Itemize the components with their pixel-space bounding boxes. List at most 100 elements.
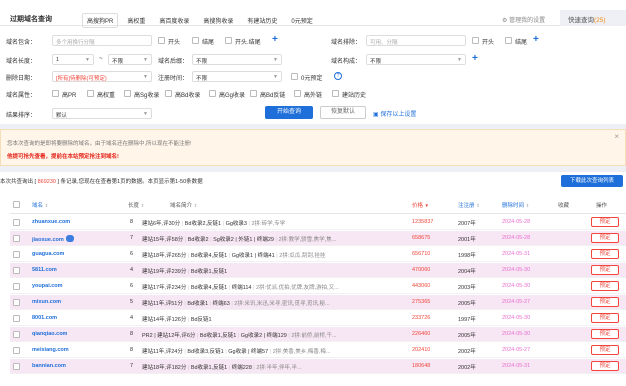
close-icon[interactable]: × — [614, 132, 619, 141]
domain-price: 275365 — [412, 299, 431, 305]
chevron-down-icon: ▼ — [143, 57, 148, 63]
col-price[interactable]: 价格 ▼ — [412, 201, 429, 209]
reserve-button[interactable]: 预定 — [591, 249, 619, 259]
domain-link[interactable]: 8001.com — [32, 315, 57, 321]
intro-age: PR2 | 建站12年,评6分 — [142, 333, 196, 339]
quick-tab-high-weight[interactable]: 高权重 — [122, 13, 150, 28]
reserve-button[interactable]: 预定 — [591, 233, 619, 243]
attr-checkbox-outlink[interactable] — [294, 90, 301, 97]
intro-baidu: Bd收录2,反链1 — [184, 221, 222, 227]
row-checkbox[interactable] — [13, 267, 20, 274]
chevron-down-icon: ▼ — [457, 57, 462, 63]
select-all-checkbox[interactable] — [13, 201, 20, 208]
struct-select[interactable]: 不限 ▼ — [366, 54, 466, 65]
sort-select[interactable]: 默认 ▼ — [52, 108, 152, 119]
domain-link[interactable]: mixun.com — [32, 299, 61, 305]
row-checkbox[interactable] — [13, 299, 20, 306]
col-intro-label: 域名简介 — [170, 203, 193, 209]
row-checkbox[interactable] — [13, 219, 20, 226]
intro-separator: | — [209, 301, 212, 307]
reserve-button[interactable]: 预定 — [591, 329, 619, 339]
contains-end-label: 结尾 — [202, 40, 215, 46]
add-contains-plus-icon[interactable]: + — [272, 35, 278, 45]
domain-name: bannian.com — [32, 363, 66, 369]
attr-checkbox-pr[interactable] — [52, 90, 59, 97]
reserve-button[interactable]: 预定 — [591, 297, 619, 307]
attr-checkbox-sg[interactable] — [124, 90, 131, 97]
attr-checkbox-history[interactable] — [332, 90, 339, 97]
row-checkbox[interactable] — [13, 347, 20, 354]
col-intro[interactable]: 域名简介 ⇕ — [170, 201, 197, 209]
reserve-button[interactable]: 预定 — [591, 361, 619, 371]
length-max-select[interactable]: 不限 ▼ — [108, 54, 152, 65]
col-domain-label: 域名 — [32, 203, 44, 209]
exclude-input[interactable]: 可用、分隔 — [366, 35, 466, 46]
domain-link[interactable]: bannian.com — [32, 363, 66, 369]
col-reg-year[interactable]: 注注册 ⇕ — [458, 201, 480, 209]
attr-checkbox-weight[interactable] — [87, 90, 94, 97]
domain-link[interactable]: guagua.com — [32, 251, 64, 257]
reserve-button[interactable]: 预定 — [591, 217, 619, 227]
domain-intro: 建站11年,评24分 | Bd收录3,反链1 | Gg收录 | 终端57 | 2… — [142, 347, 404, 355]
domain-link[interactable]: zhuanxue.com — [32, 219, 70, 225]
domain-link[interactable]: 5811.com — [32, 267, 57, 273]
row-checkbox[interactable] — [13, 331, 20, 338]
domain-link[interactable]: jiaoxue.com — [32, 235, 74, 243]
reserve-button[interactable]: 预定 — [591, 265, 619, 275]
zero-reserve-checkbox[interactable] — [291, 73, 298, 80]
length-min-select[interactable]: 1 ▼ — [52, 54, 94, 65]
domain-intro: 建站6年,评30分 | Bd收录2,反链1 | Gg收录3 | 2拼:砖学,专学 — [142, 219, 404, 227]
quick-tab-zero-reserve[interactable]: 0元预定 — [286, 13, 317, 28]
row-checkbox[interactable] — [13, 363, 20, 370]
reserve-button[interactable]: 预定 — [591, 345, 619, 355]
contains-end-checkbox[interactable] — [192, 37, 199, 44]
reset-button[interactable]: 恢复默认 — [320, 106, 366, 119]
col-length[interactable]: 长度 ⇕ — [128, 201, 144, 209]
del-date-select[interactable]: [所有]待删除(可预定) ▼ — [52, 71, 152, 82]
quick-tab-high-baidu-index[interactable]: 高百度收录 — [154, 13, 194, 28]
attr-label-sg: 高Sg收录 — [134, 93, 160, 99]
contains-input[interactable]: 多个用换行分隔 — [52, 35, 152, 46]
search-button[interactable]: 开始查询 — [265, 106, 313, 119]
manage-settings-link[interactable]: ⚙ 管理我的设置 — [502, 15, 545, 24]
suffix-select[interactable]: 不限 ▼ — [192, 54, 282, 65]
row-checkbox[interactable] — [13, 251, 20, 258]
row-checkbox[interactable] — [13, 235, 20, 242]
row-checkbox[interactable] — [13, 283, 20, 290]
quick-tab-site-history[interactable]: 有建站历史 — [242, 13, 282, 28]
intro-separator: | — [275, 237, 277, 243]
contains-start-end-checkbox[interactable] — [225, 37, 232, 44]
domain-link[interactable]: qianqiao.com — [32, 331, 67, 337]
quick-query-tab[interactable]: 快速查询(25) — [560, 10, 626, 26]
reserve-button[interactable]: 预定 — [591, 281, 619, 291]
intro-other: 终端114 — [231, 285, 252, 291]
attr-checkbox-gg[interactable] — [209, 90, 216, 97]
col-domain[interactable]: 域名 ⇕ — [32, 201, 48, 209]
exclude-start-checkbox[interactable] — [472, 37, 479, 44]
del-date-value: [所有]待删除(可预定) — [56, 76, 107, 82]
domain-intro: 建站18年,评265分 | Bd收录4,反链1 | Gg收录1 | 终端41 |… — [142, 251, 404, 259]
struct-label: 域名构成： — [331, 59, 362, 65]
exclude-end-checkbox[interactable] — [505, 37, 512, 44]
download-list-button[interactable]: 下载此次查询列表 — [561, 175, 623, 187]
quick-tab-high-sogou-pr[interactable]: 高搜狗PR — [82, 13, 119, 28]
save-settings-link[interactable]: ▣ 保存以上设置 — [373, 109, 416, 118]
reserve-button[interactable]: 预定 — [591, 313, 619, 323]
chevron-down-icon: ▼ — [273, 57, 278, 63]
contains-start-checkbox[interactable] — [158, 37, 165, 44]
attr-checkbox-bd[interactable] — [165, 90, 172, 97]
attr-checkbox-bd-backlink[interactable] — [250, 90, 257, 97]
reg-time-select[interactable]: 不限 ▼ — [192, 71, 282, 82]
domain-link[interactable]: youpai.com — [32, 283, 63, 289]
quick-tab-high-sogou-index[interactable]: 高搜狗收录 — [198, 13, 238, 28]
add-exclude-plus-icon[interactable]: + — [533, 35, 539, 45]
add-struct-plus-icon[interactable]: + — [472, 54, 478, 64]
col-del-time[interactable]: 删除时间 ⇕ — [502, 201, 529, 209]
del-date-label: 删除日期： — [6, 76, 37, 82]
intro-separator: | — [269, 349, 272, 355]
row-checkbox[interactable] — [13, 315, 20, 322]
help-icon[interactable]: ? — [334, 72, 342, 80]
save-icon: ▣ — [373, 112, 379, 118]
table-row: guagua.com 6 建站18年,评265分 | Bd收录4,反链1 | Gg收… — [10, 247, 626, 262]
domain-link[interactable]: meixiang.com — [32, 347, 69, 353]
